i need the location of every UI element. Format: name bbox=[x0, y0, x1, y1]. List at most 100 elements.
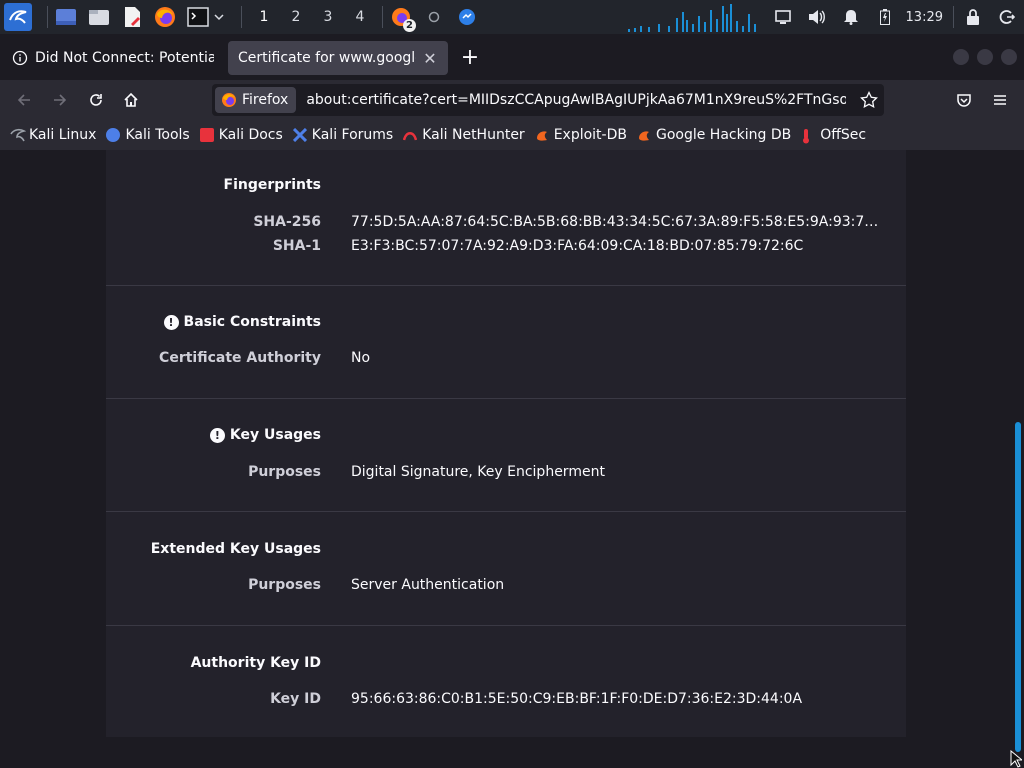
bookmark-label: OffSec bbox=[820, 127, 867, 143]
certificate-authority-label: Certificate Authority bbox=[159, 350, 321, 366]
extended-key-usages-section: Extended Key Usages Purposes Server Auth… bbox=[106, 512, 906, 626]
offsec-icon bbox=[801, 128, 815, 144]
bookmark-label: Google Hacking DB bbox=[655, 127, 792, 143]
nethunter-icon bbox=[403, 128, 418, 142]
clock[interactable]: 13:29 bbox=[902, 10, 951, 25]
tab-did-not-connect[interactable]: Did Not Connect: Potential Security Issu… bbox=[2, 41, 224, 75]
chevron-down-icon[interactable] bbox=[212, 5, 226, 29]
identity-label: Firefox bbox=[242, 92, 289, 108]
bookmark-kali-docs[interactable]: Kali Docs bbox=[199, 127, 283, 143]
bookmark-label: Kali NetHunter bbox=[422, 127, 525, 143]
key-id-value: 95:66:63:86:C0:B1:5E:50:C9:EB:BF:1F:F0:D… bbox=[351, 691, 803, 707]
back-button[interactable] bbox=[8, 84, 40, 116]
reload-button[interactable] bbox=[80, 84, 112, 116]
key-usages-purposes-value: Digital Signature, Key Encipherment bbox=[351, 464, 605, 480]
bookmark-kali-nethunter[interactable]: Kali NetHunter bbox=[403, 127, 525, 143]
url-input[interactable]: about:certificate?cert=MIIDszCCApugAwIBA… bbox=[306, 92, 846, 108]
ghdb-icon bbox=[637, 128, 651, 142]
fingerprints-title: Fingerprints bbox=[223, 177, 321, 193]
identity-box[interactable]: Firefox bbox=[215, 87, 297, 113]
extended-key-usages-purposes-value: Server Authentication bbox=[351, 577, 505, 593]
tab-title: Did Not Connect: Potential Security Issu… bbox=[35, 50, 214, 66]
system-taskbar: 1 2 3 4 2 13:29 bbox=[0, 0, 1024, 34]
key-usages-section: ! Key Usages Purposes Digital Signature,… bbox=[106, 399, 906, 512]
authority-key-id-title: Authority Key ID bbox=[190, 655, 321, 671]
bookmark-star-icon[interactable] bbox=[860, 91, 878, 109]
taskbar-separator bbox=[47, 6, 48, 28]
close-window-button[interactable] bbox=[1001, 49, 1017, 65]
close-tab-icon[interactable]: ✕ bbox=[422, 49, 438, 68]
show-desktop-icon[interactable] bbox=[54, 5, 78, 29]
certificate-viewer: Fingerprints SHA-256 77:5D:5A:AA:87:64:5… bbox=[0, 150, 1024, 768]
workspace-3[interactable]: 3 bbox=[312, 9, 344, 25]
app-menu-button[interactable] bbox=[984, 84, 1016, 116]
firefox-logo-icon bbox=[221, 92, 237, 108]
firefox-window-button[interactable]: 2 bbox=[389, 5, 416, 32]
workspace-2[interactable]: 2 bbox=[280, 9, 312, 25]
bookmark-exploit-db[interactable]: Exploit-DB bbox=[535, 127, 627, 143]
key-usages-purposes-label: Purposes bbox=[248, 464, 321, 480]
authority-key-id-section: Authority Key ID Key ID 95:66:63:86:C0:B… bbox=[106, 626, 906, 737]
extended-key-usages-title: Extended Key Usages bbox=[150, 541, 321, 557]
home-button[interactable] bbox=[115, 84, 147, 116]
network-activity-graph-icon bbox=[628, 4, 756, 32]
bookmark-label: Kali Forums bbox=[311, 127, 394, 143]
kali-forums-icon bbox=[292, 127, 307, 143]
exploit-db-icon bbox=[535, 128, 549, 142]
taskbar-separator bbox=[382, 6, 383, 28]
fingerprints-section: Fingerprints SHA-256 77:5D:5A:AA:87:64:5… bbox=[106, 150, 906, 286]
bookmark-google-hacking-db[interactable]: Google Hacking DB bbox=[637, 127, 791, 143]
kali-dragon-icon bbox=[10, 128, 27, 142]
page-scrollbar[interactable] bbox=[1015, 422, 1021, 752]
key-usages-title: Key Usages bbox=[229, 427, 321, 443]
browser-tab-strip: Did Not Connect: Potential Security Issu… bbox=[0, 34, 1024, 80]
certificate-authority-value: No bbox=[351, 350, 371, 366]
navigation-toolbar: Firefox about:certificate?cert=MIIDszCCA… bbox=[0, 80, 1024, 120]
screenshot-app-icon[interactable] bbox=[455, 5, 479, 29]
bookmark-kali-tools[interactable]: Kali Tools bbox=[106, 127, 190, 143]
address-bar[interactable]: Firefox about:certificate?cert=MIIDszCCA… bbox=[212, 84, 884, 116]
bookmark-kali-linux[interactable]: Kali Linux bbox=[10, 127, 96, 143]
kali-docs-icon bbox=[199, 128, 214, 142]
terminal-icon[interactable] bbox=[186, 5, 210, 29]
lock-icon[interactable] bbox=[956, 0, 990, 34]
minimize-window-button[interactable] bbox=[953, 49, 969, 65]
workspace-1[interactable]: 1 bbox=[248, 9, 280, 25]
volume-icon[interactable] bbox=[800, 0, 834, 34]
warning-icon: ! bbox=[209, 427, 225, 443]
kali-tools-icon bbox=[106, 128, 121, 142]
maximize-window-button[interactable] bbox=[977, 49, 993, 65]
sha256-value: 77:5D:5A:AA:87:64:5C:BA:5B:68:BB:43:34:5… bbox=[351, 214, 881, 230]
bookmark-label: Exploit-DB bbox=[553, 127, 627, 143]
key-usages-heading: ! Key Usages bbox=[209, 427, 321, 443]
warning-icon: ! bbox=[163, 314, 179, 330]
mouse-pointer-icon bbox=[1010, 750, 1022, 768]
certificate-card: Fingerprints SHA-256 77:5D:5A:AA:87:64:5… bbox=[106, 150, 906, 737]
new-tab-button[interactable]: + bbox=[458, 47, 482, 71]
window-count-badge: 2 bbox=[403, 19, 416, 32]
info-icon bbox=[12, 50, 28, 66]
workspace-4[interactable]: 4 bbox=[344, 9, 376, 25]
tab-title: Certificate for www.google.com bbox=[238, 50, 416, 66]
firefox-launcher-icon[interactable] bbox=[153, 5, 177, 29]
pocket-button[interactable] bbox=[948, 84, 980, 116]
display-icon[interactable] bbox=[766, 0, 800, 34]
bookmark-kali-forums[interactable]: Kali Forums bbox=[292, 127, 394, 143]
battery-icon[interactable] bbox=[868, 0, 902, 34]
text-editor-icon[interactable] bbox=[120, 5, 144, 29]
system-tray: 13:29 bbox=[766, 0, 1024, 34]
circle-icon[interactable] bbox=[422, 5, 446, 29]
sha256-label: SHA-256 bbox=[253, 214, 321, 230]
taskbar-separator bbox=[241, 6, 242, 28]
notification-bell-icon[interactable] bbox=[834, 0, 868, 34]
kali-menu-icon[interactable] bbox=[4, 3, 32, 31]
extended-key-usages-purposes-label: Purposes bbox=[248, 577, 321, 593]
bookmark-label: Kali Tools bbox=[125, 127, 190, 143]
forward-button[interactable] bbox=[44, 84, 76, 116]
bookmark-offsec[interactable]: OffSec bbox=[801, 127, 867, 144]
tab-certificate[interactable]: Certificate for www.google.com ✕ bbox=[228, 41, 448, 75]
basic-constraints-title: Basic Constraints bbox=[183, 314, 321, 330]
logout-icon[interactable] bbox=[990, 0, 1024, 34]
sha1-value: E3:F3:BC:57:07:7A:92:A9:D3:FA:64:09:CA:1… bbox=[351, 238, 804, 254]
file-manager-icon[interactable] bbox=[87, 5, 111, 29]
